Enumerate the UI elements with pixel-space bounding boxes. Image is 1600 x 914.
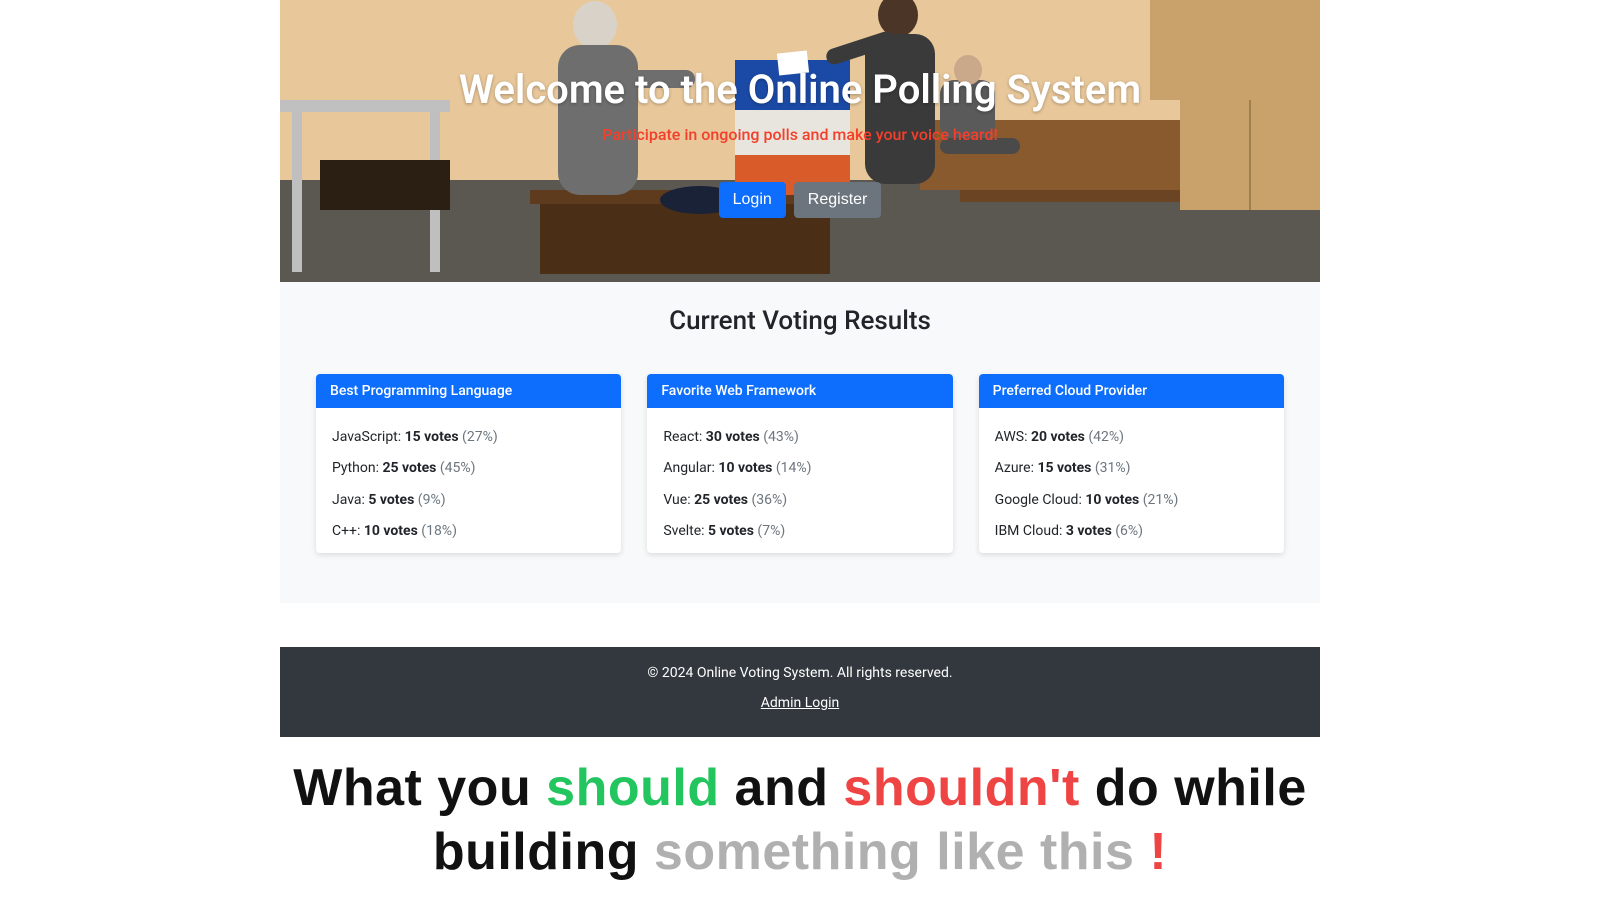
poll-card-header: Best Programming Language <box>316 374 621 408</box>
poll-card-body: AWS: 20 votes (42%)Azure: 15 votes (31%)… <box>979 408 1284 553</box>
poll-option-pct: (27%) <box>462 429 498 445</box>
poll-option-row: Svelte: 5 votes (7%) <box>663 516 936 547</box>
poll-option-row: Java: 5 votes (9%) <box>332 485 605 516</box>
poll-option-votes: 15 votes <box>1037 460 1091 476</box>
poll-option-label: React <box>663 429 699 445</box>
poll-option-pct: (7%) <box>757 523 785 539</box>
poll-option-label: Google Cloud <box>995 492 1079 508</box>
poll-card: Best Programming LanguageJavaScript: 15 … <box>316 374 621 553</box>
poll-option-votes: 10 votes <box>718 460 772 476</box>
admin-login-link[interactable]: Admin Login <box>761 695 839 711</box>
caption-shouldnt: shouldn't <box>843 759 1079 817</box>
poll-option-pct: (36%) <box>751 492 787 508</box>
poll-option-pct: (42%) <box>1088 429 1124 445</box>
poll-option-pct: (45%) <box>440 460 476 476</box>
caption-text: and <box>720 759 844 817</box>
poll-option-label: Angular <box>663 460 711 476</box>
article-caption: What you should and shouldn't do while b… <box>0 757 1600 914</box>
poll-option-pct: (6%) <box>1115 523 1143 539</box>
page-footer: © 2024 Online Voting System. All rights … <box>280 647 1320 737</box>
poll-option-label: AWS <box>995 429 1024 445</box>
poll-option-pct: (18%) <box>421 523 457 539</box>
poll-option-row: Angular: 10 votes (14%) <box>663 453 936 484</box>
poll-card-header: Preferred Cloud Provider <box>979 374 1284 408</box>
hero-title: Welcome to the Online Polling System <box>280 66 1320 113</box>
login-button[interactable]: Login <box>719 182 786 218</box>
poll-option-label: Svelte <box>663 523 701 539</box>
poll-option-row: Azure: 15 votes (31%) <box>995 453 1268 484</box>
caption-text: building <box>433 823 654 881</box>
poll-option-row: IBM Cloud: 3 votes (6%) <box>995 516 1268 547</box>
poll-option-label: IBM Cloud <box>995 523 1059 539</box>
hero-subtitle: Participate in ongoing polls and make yo… <box>280 125 1320 144</box>
poll-option-label: JavaScript <box>332 429 398 445</box>
poll-option-votes: 10 votes <box>1085 492 1139 508</box>
poll-option-votes: 25 votes <box>382 460 436 476</box>
poll-card: Favorite Web FrameworkReact: 30 votes (4… <box>647 374 952 553</box>
poll-option-votes: 15 votes <box>405 429 459 445</box>
poll-option-pct: (14%) <box>776 460 812 476</box>
poll-option-pct: (21%) <box>1143 492 1179 508</box>
poll-card-body: React: 30 votes (43%)Angular: 10 votes (… <box>647 408 952 553</box>
poll-option-row: Google Cloud: 10 votes (21%) <box>995 485 1268 516</box>
poll-card: Preferred Cloud ProviderAWS: 20 votes (4… <box>979 374 1284 553</box>
poll-option-votes: 30 votes <box>706 429 760 445</box>
hero-section: Welcome to the Online Polling System Par… <box>280 0 1320 282</box>
poll-option-votes: 25 votes <box>694 492 748 508</box>
results-heading: Current Voting Results <box>280 306 1320 336</box>
poll-option-label: Python <box>332 460 376 476</box>
poll-option-row: Python: 25 votes (45%) <box>332 453 605 484</box>
poll-option-label: Azure <box>995 460 1031 476</box>
poll-option-row: C++: 10 votes (18%) <box>332 516 605 547</box>
poll-option-votes: 10 votes <box>364 523 418 539</box>
poll-option-row: React: 30 votes (43%) <box>663 422 936 453</box>
poll-option-row: Vue: 25 votes (36%) <box>663 485 936 516</box>
poll-card-header: Favorite Web Framework <box>647 374 952 408</box>
poll-option-votes: 5 votes <box>708 523 754 539</box>
poll-option-votes: 3 votes <box>1066 523 1112 539</box>
caption-text: do while <box>1080 759 1307 817</box>
poll-option-row: AWS: 20 votes (42%) <box>995 422 1268 453</box>
caption-text: What you <box>293 759 546 817</box>
poll-option-pct: (9%) <box>418 492 446 508</box>
poll-card-body: JavaScript: 15 votes (27%)Python: 25 vot… <box>316 408 621 553</box>
results-section: Current Voting Results Best Programming … <box>280 282 1320 603</box>
caption-grey: something like this <box>654 823 1149 881</box>
poll-option-pct: (43%) <box>763 429 799 445</box>
poll-option-label: C++ <box>332 523 357 539</box>
poll-option-pct: (31%) <box>1095 460 1131 476</box>
footer-copyright: © 2024 Online Voting System. All rights … <box>280 665 1320 681</box>
caption-should: should <box>546 759 719 817</box>
poll-option-votes: 20 votes <box>1031 429 1085 445</box>
poll-option-row: JavaScript: 15 votes (27%) <box>332 422 605 453</box>
poll-option-label: Vue <box>663 492 687 508</box>
register-button[interactable]: Register <box>794 182 882 218</box>
poll-option-votes: 5 votes <box>368 492 414 508</box>
caption-bang: ! <box>1149 823 1167 881</box>
poll-option-label: Java <box>332 492 362 508</box>
